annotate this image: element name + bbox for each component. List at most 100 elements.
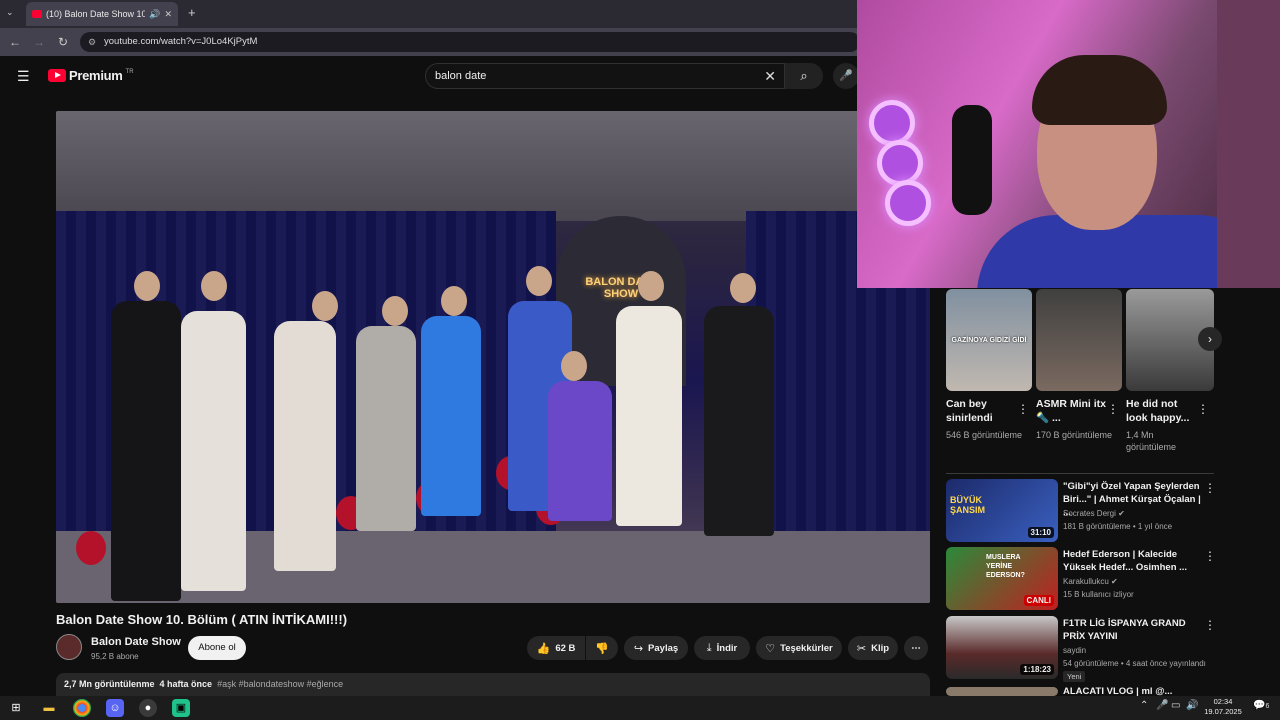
clip-label: Klip (871, 642, 890, 654)
short-title[interactable]: ASMR Mini itx 🔦 ... (1036, 397, 1108, 425)
discord-icon[interactable]: ☺ (106, 699, 124, 717)
short-title[interactable]: He did not look happy... (1126, 397, 1198, 425)
related-channel[interactable]: Socrates Dergi ✔ (1063, 509, 1125, 518)
related-meta: 15 B kullanıcı izliyor (1063, 590, 1134, 599)
clear-search-icon[interactable]: ✕ (764, 64, 776, 88)
person-head (134, 271, 160, 301)
chrome-icon[interactable] (73, 699, 91, 717)
related-title[interactable]: F1TR LİG İSPANYA GRAND PRİX YAYINI (1063, 617, 1203, 643)
video-player[interactable]: BALON DATE SHOW (56, 111, 930, 603)
more-horizontal-icon: ⋯ (911, 642, 921, 654)
related-channel[interactable]: Karakullukcu ✔ (1063, 577, 1118, 586)
short-title[interactable]: Can bey sinirlendi (946, 397, 1018, 425)
site-info-icon[interactable]: ⚙ (88, 32, 96, 52)
thumb-overlay-text: MUSLERA YERİNE EDERSON? (986, 554, 1025, 579)
thanks-button[interactable]: ♡ Teşekkürler (756, 636, 842, 660)
channel-avatar[interactable] (56, 634, 82, 660)
obs-icon[interactable]: ● (139, 699, 157, 717)
tab-title: (10) Balon Date Show 10. B (46, 9, 146, 19)
person-head (201, 271, 227, 301)
more-actions-button[interactable]: ⋯ (904, 636, 928, 660)
video-duration: 1:18:23 (1020, 664, 1054, 675)
search-icon: ⌕ (800, 68, 808, 83)
related-thumbnail[interactable]: BÜYÜK ŞANSIM 31:10 (946, 479, 1058, 542)
shorts-next-button[interactable]: › (1198, 327, 1222, 351)
share-button[interactable]: ↪ Paylaş (624, 636, 688, 660)
related-menu-icon[interactable]: ⋮ (1204, 549, 1216, 563)
youtube-play-icon (48, 69, 66, 82)
webcam-door (1217, 0, 1280, 288)
browser-tab[interactable]: (10) Balon Date Show 10. B 🔊 ✕ (26, 2, 178, 26)
file-explorer-icon[interactable]: ▬ (40, 699, 58, 717)
search-button[interactable]: ⌕ (785, 63, 823, 89)
url-field[interactable]: ⚙ youtube.com/watch?v=J0Lo4KjPytM (80, 32, 860, 52)
related-menu-icon[interactable]: ⋮ (1204, 481, 1216, 495)
clock-time: 02:34 (1213, 697, 1233, 706)
tray-mic-icon[interactable]: 🎤 (1156, 700, 1168, 711)
subscribe-button[interactable]: Abone ol (188, 636, 246, 660)
heart-dollar-icon: ♡ (765, 642, 776, 655)
related-title[interactable]: Hedef Ederson | Kalecide Yüksek Hedef...… (1063, 548, 1203, 574)
sidebar-divider (946, 473, 1214, 474)
related-title[interactable]: ALACATI VLOG | ml @... (1063, 687, 1203, 696)
notification-count: 6 (1265, 703, 1270, 710)
clock-date: 19.07.2025 (1204, 707, 1242, 716)
new-tab-icon[interactable]: + (188, 5, 196, 20)
short-menu-icon[interactable]: ⋮ (1107, 402, 1119, 416)
search-input[interactable]: balon date ✕ (425, 63, 785, 89)
channel-name[interactable]: Balon Date Show (91, 636, 181, 648)
youtube-logo[interactable]: Premium TR (48, 68, 134, 83)
tray-network-icon[interactable]: ▭ (1171, 700, 1180, 711)
verified-icon: ✔ (1111, 577, 1118, 586)
logo-region: TR (125, 68, 134, 75)
short-views: 1,4 Mn görüntüleme (1126, 430, 1177, 452)
system-clock[interactable]: 02:34 19.07.2025 (1200, 697, 1246, 717)
short-menu-icon[interactable]: ⋮ (1197, 402, 1209, 416)
short-thumbnail-2[interactable] (1036, 289, 1122, 391)
dislike-button[interactable]: 👎 (586, 636, 618, 660)
tray-volume-icon[interactable]: 🔊 (1186, 700, 1198, 711)
person-head (441, 286, 467, 316)
tab-list-chevron-icon[interactable]: ⌄ (6, 7, 14, 18)
voice-search-button[interactable]: 🎤 (833, 63, 859, 89)
download-button[interactable]: ⤓ İndir (694, 636, 750, 660)
description-box[interactable]: 2,7 Mn görüntülenme 4 hafta önce #aşk #b… (56, 673, 930, 697)
back-arrow-icon[interactable]: ← (6, 33, 24, 51)
like-button[interactable]: 👍 62 B (527, 636, 585, 660)
download-label: İndir (716, 642, 738, 654)
tab-audio-icon[interactable]: 🔊 (149, 9, 160, 20)
logo-text: Premium (69, 68, 123, 83)
related-channel[interactable]: saydin (1063, 646, 1086, 655)
app-icon[interactable]: ▣ (172, 699, 190, 717)
windows-start-icon[interactable]: ⊞ (7, 699, 25, 717)
scissors-icon: ✂ (856, 642, 867, 655)
youtube-favicon-icon (32, 10, 42, 18)
webcam-overlay (857, 0, 1280, 288)
url-text: youtube.com/watch?v=J0Lo4KjPytM (104, 36, 258, 47)
short-thumbnail-1[interactable]: GAZİNOYA GİDİZİ GİDİ (946, 289, 1032, 391)
forward-arrow-icon[interactable]: → (30, 33, 48, 51)
thanks-label: Teşekkürler (780, 642, 833, 654)
hamburger-menu-icon[interactable]: ☰ (17, 68, 30, 85)
reload-icon[interactable]: ↻ (54, 33, 72, 51)
related-thumbnail[interactable]: 1:18:23 (946, 616, 1058, 679)
person-head (730, 273, 756, 303)
windows-taskbar (0, 696, 1280, 720)
person-blue-jersey (421, 316, 481, 516)
related-channel-name: Socrates Dergi (1063, 509, 1116, 518)
clip-button[interactable]: ✂ Klip (848, 636, 898, 660)
tray-chevron-icon[interactable]: ⌃ (1140, 700, 1148, 711)
streamer-hair (1032, 55, 1167, 125)
related-menu-icon[interactable]: ⋮ (1204, 618, 1216, 632)
related-thumbnail[interactable] (946, 687, 1058, 696)
short-overlay-text: GAZİNOYA GİDİZİ GİDİ (951, 337, 1027, 344)
studio-microphone (952, 105, 992, 215)
hashtags[interactable]: #aşk #balondateshow #eğlence (217, 679, 343, 689)
video-ceiling (56, 111, 930, 221)
short-menu-icon[interactable]: ⋮ (1017, 402, 1029, 416)
related-thumbnail[interactable]: MUSLERA YERİNE EDERSON? CANLI (946, 547, 1058, 610)
short-views: 546 B görüntüleme (946, 430, 1023, 440)
live-badge: CANLI (1023, 595, 1054, 606)
notification-icon[interactable]: 💬6 (1253, 700, 1269, 711)
tab-close-icon[interactable]: ✕ (164, 9, 172, 20)
